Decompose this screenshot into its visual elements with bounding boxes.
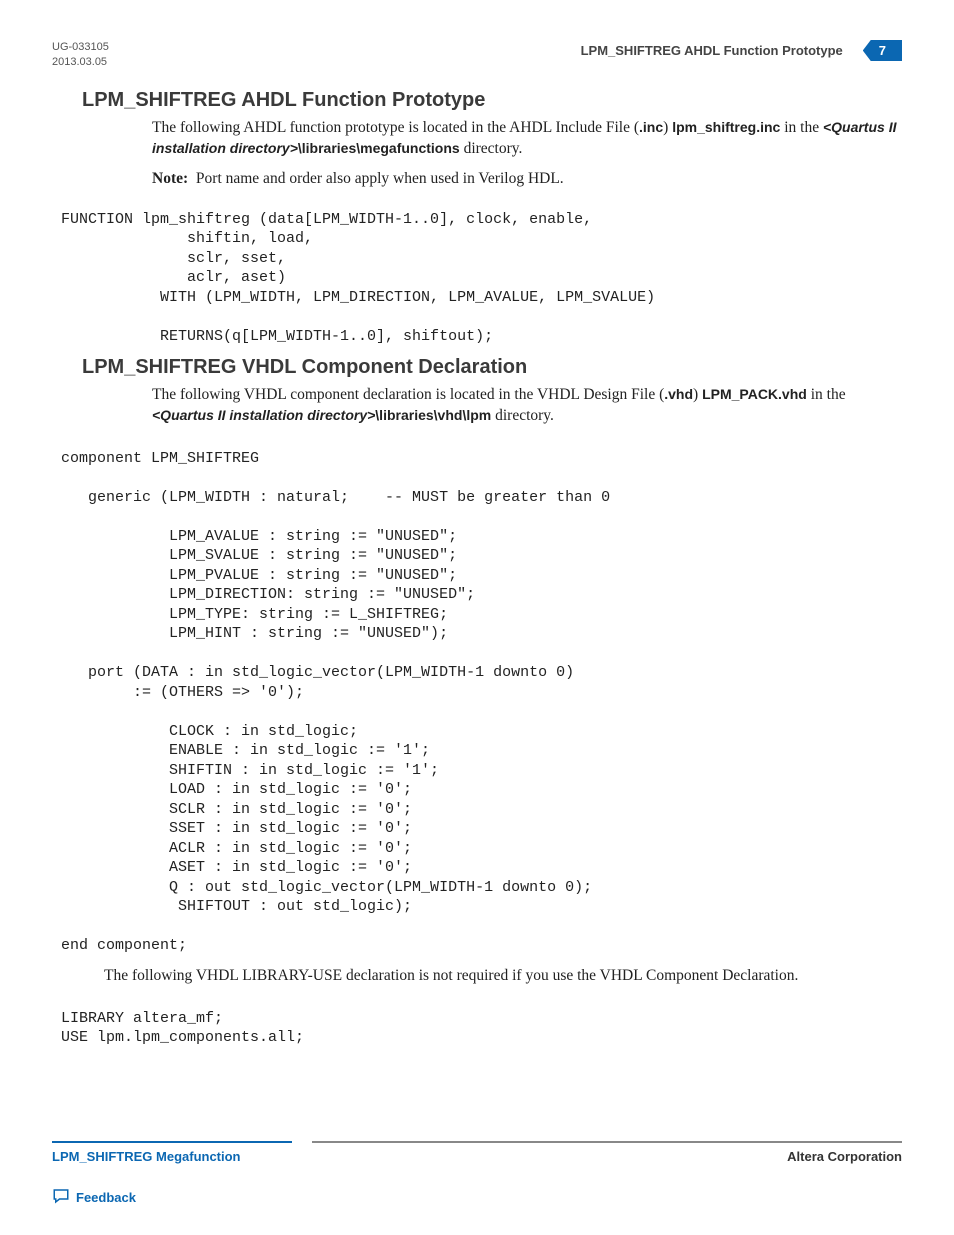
section2-code2: LIBRARY altera_mf; USE lpm.lpm_component… <box>52 1009 902 1048</box>
section2-paragraph: The following VHDL component declaration… <box>152 385 902 427</box>
running-title: LPM_SHIFTREG AHDL Function Prototype <box>581 43 843 58</box>
doc-id: UG-033105 <box>52 40 109 55</box>
section1-note: Note: Port name and order also apply whe… <box>152 170 902 188</box>
feedback-link[interactable]: Feedback <box>52 1188 902 1207</box>
section1-paragraph: The following AHDL function prototype is… <box>152 118 902 160</box>
note-text: Port name and order also apply when used… <box>196 170 564 187</box>
page-footer: LPM_SHIFTREG Megafunction Altera Corpora… <box>52 1133 902 1207</box>
feedback-icon <box>52 1188 70 1207</box>
section1-title: LPM_SHIFTREG AHDL Function Prototype <box>82 89 902 112</box>
note-label: Note: <box>152 170 188 187</box>
section2-code: component LPM_SHIFTREG generic (LPM_WIDT… <box>52 449 902 956</box>
header-title-area: LPM_SHIFTREG AHDL Function Prototype 7 <box>581 40 902 61</box>
feedback-label: Feedback <box>76 1190 136 1205</box>
footer-left: LPM_SHIFTREG Megafunction <box>52 1149 241 1164</box>
page-header: UG-033105 2013.03.05 LPM_SHIFTREG AHDL F… <box>52 40 902 71</box>
section2-paragraph2: The following VHDL LIBRARY-USE declarati… <box>104 966 902 987</box>
page-number: 7 <box>863 40 902 61</box>
doc-date: 2013.03.05 <box>52 55 109 70</box>
section2-title: LPM_SHIFTREG VHDL Component Declaration <box>82 356 902 379</box>
section1-code: FUNCTION lpm_shiftreg (data[LPM_WIDTH-1.… <box>52 210 902 347</box>
page: UG-033105 2013.03.05 LPM_SHIFTREG AHDL F… <box>0 0 954 1235</box>
header-meta: UG-033105 2013.03.05 <box>52 40 109 71</box>
footer-right: Altera Corporation <box>787 1149 902 1164</box>
footer-rule <box>52 1141 902 1143</box>
